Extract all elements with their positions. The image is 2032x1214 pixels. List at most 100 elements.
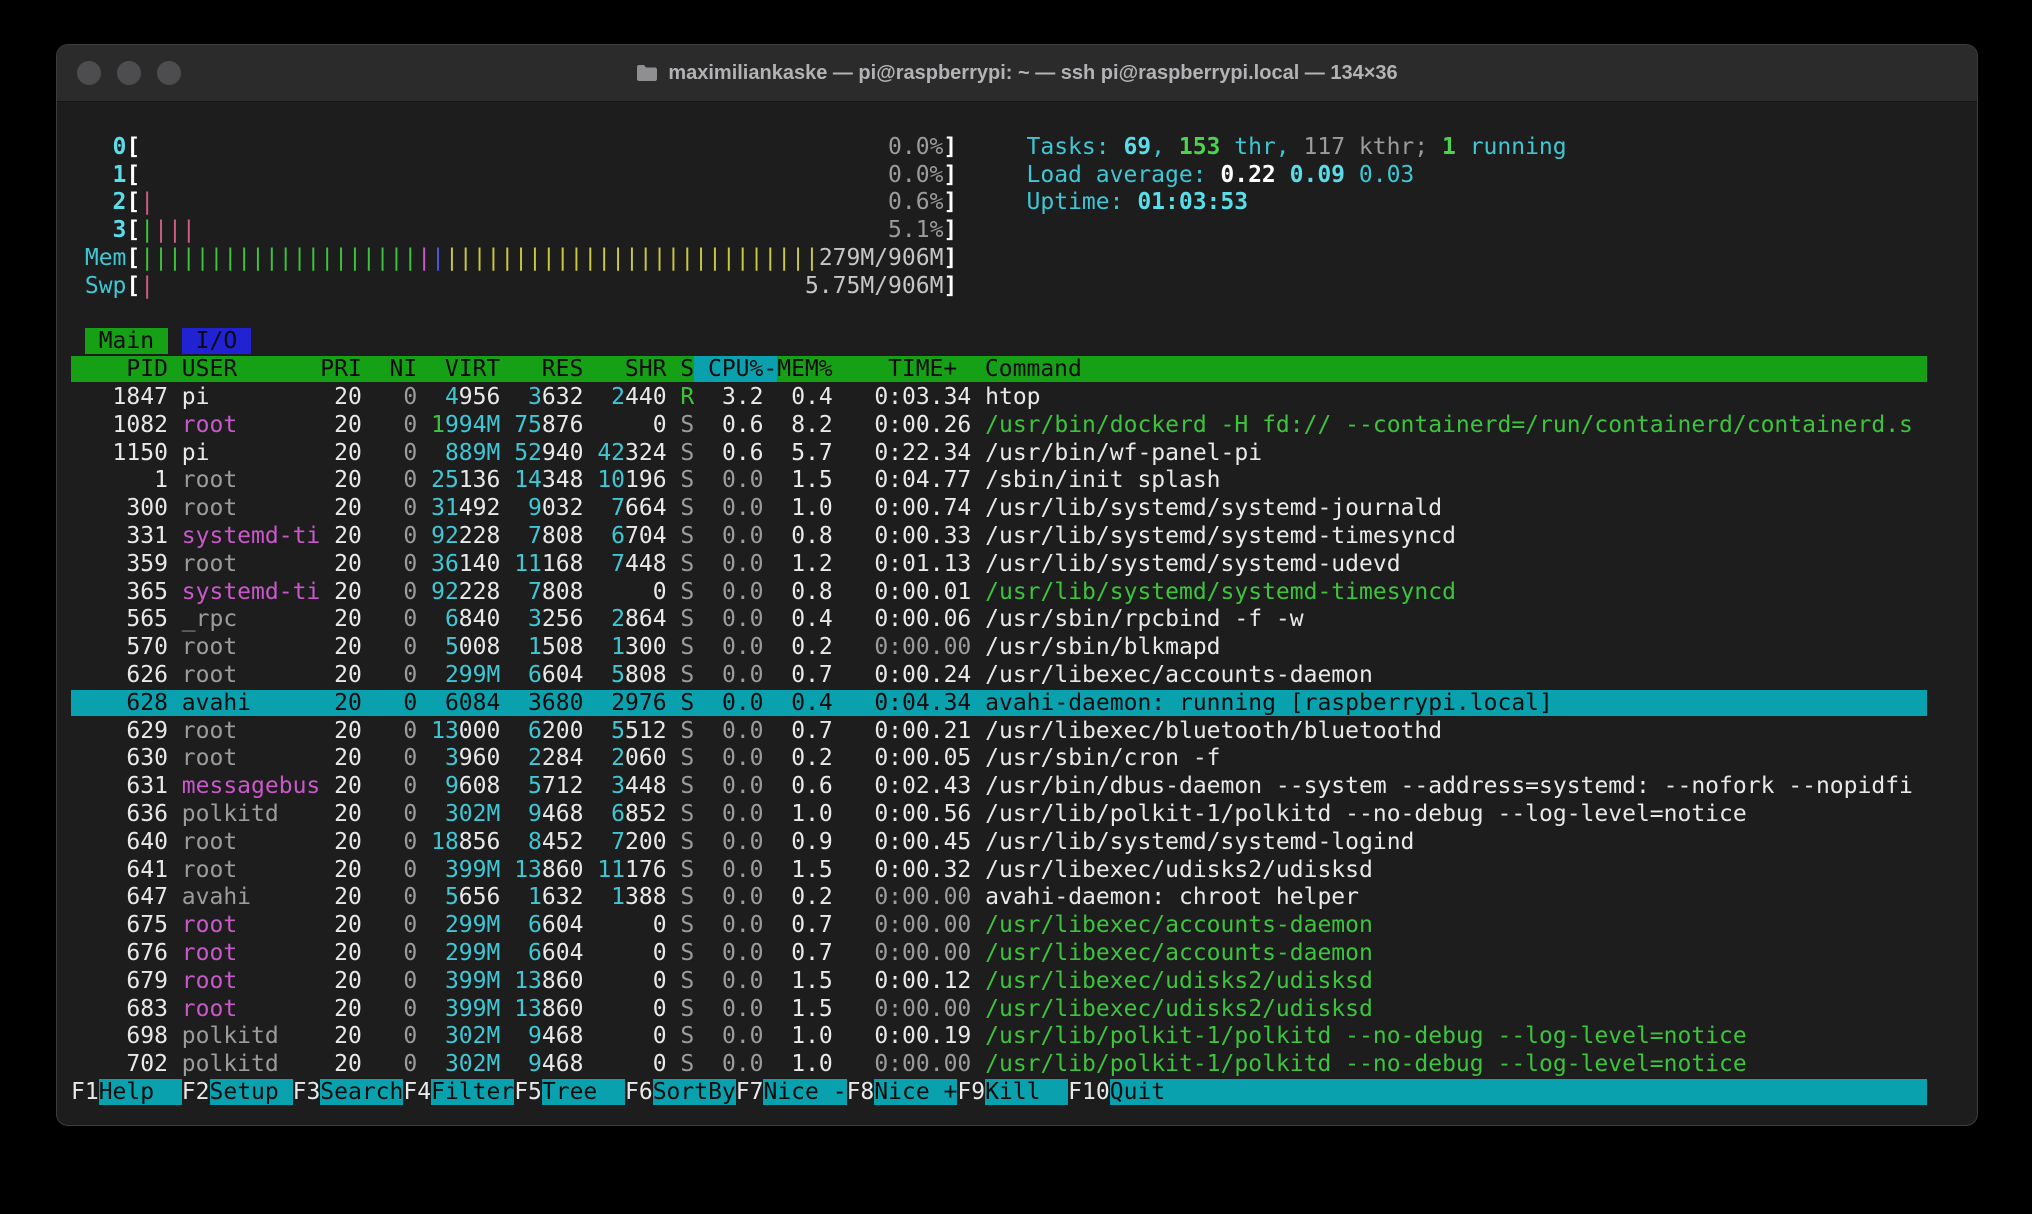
cpu2-meter[interactable]: 2[| 0.6%]: [71, 189, 957, 215]
F5-key-label: F5: [514, 1079, 542, 1105]
process-row-365[interactable]: 365 systemd-ti 20 0 92228 7808 0 S 0.0 0…: [71, 579, 1977, 607]
F7-key-label: F7: [736, 1079, 764, 1105]
cpu1-meter-label: 1: [85, 162, 127, 188]
process-row-630[interactable]: 630 root 20 0 3960 2284 2060 S 0.0 0.2 0…: [71, 745, 1977, 773]
F10-action-label: Quit: [1110, 1079, 1165, 1105]
fn-key-f9[interactable]: F9Kill: [957, 1079, 1068, 1105]
process-row-626[interactable]: 626 root 20 0 299M 6604 5808 S 0.0 0.7 0…: [71, 662, 1977, 690]
F10-key-label: F10: [1068, 1079, 1110, 1105]
process-row-683[interactable]: 683 root 20 0 399M 13860 0 S 0.0 1.5 0:0…: [71, 996, 1977, 1024]
minimize-button[interactable]: [117, 61, 141, 85]
cpu0-meter[interactable]: 0[ 0.0%]: [71, 134, 957, 160]
memory-meter[interactable]: Mem[||||||||||||||||||||||||||||||||||||…: [71, 245, 957, 271]
memory-meter-bar-mag: |: [417, 245, 431, 271]
cpu3-meter-row: 3[|||| 5.1%]: [71, 217, 1977, 245]
cpu3-meter-label: 3: [85, 217, 127, 243]
process-row-676[interactable]: 676 root 20 0 299M 6604 0 S 0.0 0.7 0:00…: [71, 940, 1977, 968]
fn-key-f7[interactable]: F7Nice -: [736, 1079, 847, 1105]
cpu1-load-row: 1[ 0.0%] Load average: 0.22 0.09 0.03: [71, 162, 1977, 190]
memory-meter-value: 279M/906M: [819, 245, 944, 271]
terminal-window: maximiliankaske — pi@raspberrypi: ~ — ss…: [56, 44, 1978, 1126]
swap-meter-row: Swp[| 5.75M/906M]: [71, 273, 1977, 301]
cpu3-meter[interactable]: 3[|||| 5.1%]: [71, 217, 957, 243]
window-title-text: maximiliankaske — pi@raspberrypi: ~ — ss…: [668, 62, 1397, 85]
function-key-bar: F1Help F2Setup F3SearchF4FilterF5Tree F6…: [71, 1079, 1977, 1107]
cpu3-meter-value: 5.1%: [888, 217, 943, 243]
swap-meter-value: 5.75M/906M: [805, 273, 943, 299]
fn-key-f8[interactable]: F8Nice +: [847, 1079, 958, 1105]
memory-meter-bar-yellow: |||||||||||||||||||||||||||: [445, 245, 819, 271]
fn-key-f1[interactable]: F1Help: [71, 1079, 182, 1105]
process-row-570[interactable]: 570 root 20 0 5008 1508 1300 S 0.0 0.2 0…: [71, 634, 1977, 662]
zoom-button[interactable]: [157, 61, 181, 85]
swap-meter[interactable]: Swp[| 5.75M/906M]: [71, 273, 957, 299]
F4-action-label: Filter: [431, 1079, 514, 1105]
cpu0-tasks-row: 0[ 0.0%] Tasks: 69, 153 thr, 117 kthr; 1…: [71, 134, 1977, 162]
cpu0-meter-label: 0: [85, 134, 127, 160]
memory-meter-row: Mem[||||||||||||||||||||||||||||||||||||…: [71, 245, 1977, 273]
memory-meter-bar-green: ||||||||||||||||||||: [140, 245, 417, 271]
tab-io[interactable]: I/O: [182, 328, 251, 354]
process-row-1082[interactable]: 1082 root 20 0 1994M 75876 0 S 0.6 8.2 0…: [71, 412, 1977, 440]
process-row-698[interactable]: 698 polkitd 20 0 302M 9468 0 S 0.0 1.0 0…: [71, 1023, 1977, 1051]
cpu2-uptime-row: 2[| 0.6%] Uptime: 01:03:53: [71, 189, 1977, 217]
fn-key-f3[interactable]: F3Search: [293, 1079, 404, 1105]
memory-meter-bar-blue: |: [431, 245, 445, 271]
F5-action-label: Tree: [542, 1079, 625, 1105]
process-row-selected[interactable]: 628 avahi 20 0 6084 3680 2976 S 0.0 0.4 …: [71, 690, 1977, 718]
cpu1-meter[interactable]: 1[ 0.0%]: [71, 162, 957, 188]
process-row-331[interactable]: 331 systemd-ti 20 0 92228 7808 6704 S 0.…: [71, 523, 1977, 551]
F4-key-label: F4: [403, 1079, 431, 1105]
process-row-679[interactable]: 679 root 20 0 399M 13860 0 S 0.0 1.5 0:0…: [71, 968, 1977, 996]
table-header-right: MEM% TIME+ Command: [777, 356, 1926, 382]
fn-key-f4[interactable]: F4Filter: [403, 1079, 514, 1105]
F8-key-label: F8: [847, 1079, 875, 1105]
process-row-702[interactable]: 702 polkitd 20 0 302M 9468 0 S 0.0 1.0 0…: [71, 1051, 1977, 1079]
process-row-300[interactable]: 300 root 20 0 31492 9032 7664 S 0.0 1.0 …: [71, 495, 1977, 523]
cpu3-meter-bar-green: |: [140, 217, 154, 243]
title-bar[interactable]: maximiliankaske — pi@raspberrypi: ~ — ss…: [57, 45, 1977, 102]
fn-key-f10[interactable]: F10Quit: [1068, 1079, 1165, 1105]
process-row-1[interactable]: 1 root 20 0 25136 14348 10196 S 0.0 1.5 …: [71, 467, 1977, 495]
sort-column-cpu[interactable]: CPU%-: [694, 356, 777, 382]
F7-action-label: Nice -: [763, 1079, 846, 1105]
process-row-641[interactable]: 641 root 20 0 399M 13860 11176 S 0.0 1.5…: [71, 857, 1977, 885]
F8-action-label: Nice +: [874, 1079, 957, 1105]
F6-action-label: SortBy: [653, 1079, 736, 1105]
process-row-640[interactable]: 640 root 20 0 18856 8452 7200 S 0.0 0.9 …: [71, 829, 1977, 857]
process-row-359[interactable]: 359 root 20 0 36140 11168 7448 S 0.0 1.2…: [71, 551, 1977, 579]
process-row-631[interactable]: 631 messagebus 20 0 9608 5712 3448 S 0.0…: [71, 773, 1977, 801]
F3-key-label: F3: [293, 1079, 321, 1105]
process-row-675[interactable]: 675 root 20 0 299M 6604 0 S 0.0 0.7 0:00…: [71, 912, 1977, 940]
F6-key-label: F6: [625, 1079, 653, 1105]
window-title: maximiliankaske — pi@raspberrypi: ~ — ss…: [636, 62, 1397, 85]
close-button[interactable]: [77, 61, 101, 85]
table-header-left: PID USER PRI NI VIRT RES SHR S: [71, 356, 694, 382]
F1-key-label: F1: [71, 1079, 99, 1105]
process-row-1150[interactable]: 1150 pi 20 0 889M 52940 42324 S 0.6 5.7 …: [71, 440, 1977, 468]
blank-row: [71, 106, 1977, 134]
process-row-1847[interactable]: 1847 pi 20 0 4956 3632 2440 R 3.2 0.4 0:…: [71, 384, 1977, 412]
swap-meter-bar-red: |: [140, 273, 154, 299]
tab-main[interactable]: Main: [85, 328, 168, 354]
cpu2-meter-label: 2: [85, 189, 127, 215]
F3-action-label: Search: [320, 1079, 403, 1105]
traffic-lights: [77, 61, 181, 85]
fn-key-f2[interactable]: F2Setup: [182, 1079, 293, 1105]
swap-meter-label: Swp: [85, 273, 127, 299]
F2-action-label: Setup: [210, 1079, 293, 1105]
F9-action-label: Kill: [985, 1079, 1068, 1105]
table-header-row[interactable]: PID USER PRI NI VIRT RES SHR S CPU%-MEM%…: [71, 356, 1977, 384]
cpu3-meter-bar-red: |||: [154, 217, 196, 243]
F9-key-label: F9: [957, 1079, 985, 1105]
fn-key-f6[interactable]: F6SortBy: [625, 1079, 736, 1105]
htop-screen: 0[ 0.0%] Tasks: 69, 153 thr, 117 kthr; 1…: [57, 102, 1977, 1107]
cpu2-meter-value: 0.6%: [888, 189, 943, 215]
screen-tabs-row: Main I/O: [71, 328, 1977, 356]
process-row-647[interactable]: 647 avahi 20 0 5656 1632 1388 S 0.0 0.2 …: [71, 884, 1977, 912]
process-row-636[interactable]: 636 polkitd 20 0 302M 9468 6852 S 0.0 1.…: [71, 801, 1977, 829]
process-row-629[interactable]: 629 root 20 0 13000 6200 5512 S 0.0 0.7 …: [71, 718, 1977, 746]
fn-key-f5[interactable]: F5Tree: [514, 1079, 625, 1105]
process-row-565[interactable]: 565 _rpc 20 0 6840 3256 2864 S 0.0 0.4 0…: [71, 606, 1977, 634]
desktop: { "window": { "title": "maximiliankaske …: [0, 0, 2032, 1214]
